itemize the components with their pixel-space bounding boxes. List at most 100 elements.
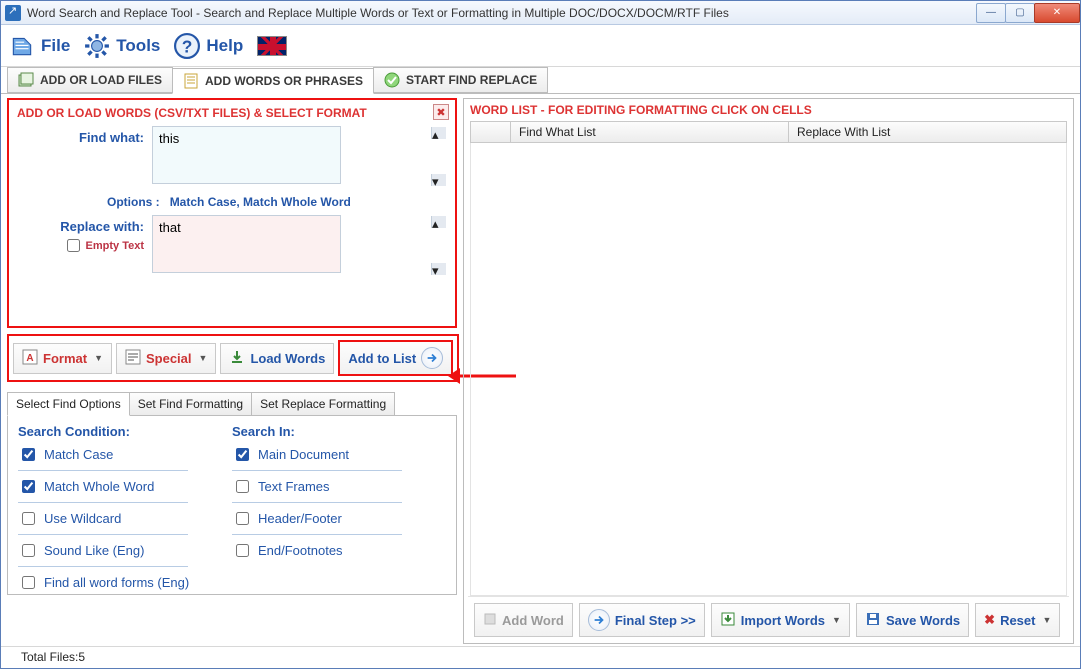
scroll-stub: ▴: [431, 127, 446, 139]
match-case-label: Match Case: [44, 447, 113, 462]
reset-icon: ✖: [984, 612, 995, 628]
add-to-list-label: Add to List: [348, 351, 416, 366]
special-label: Special: [146, 351, 192, 366]
special-button[interactable]: Special▼: [116, 343, 216, 374]
empty-text-checkbox[interactable]: [67, 239, 80, 252]
menu-file[interactable]: File: [9, 33, 70, 59]
format-button[interactable]: A Format▼: [13, 343, 112, 374]
wildcard-checkbox[interactable]: [22, 512, 35, 525]
word-list-grid[interactable]: [470, 143, 1067, 596]
find-what-input[interactable]: [152, 126, 341, 184]
header-footer-label: Header/Footer: [258, 511, 342, 526]
match-whole-label: Match Whole Word: [44, 479, 154, 494]
add-words-panel-title: ADD OR LOAD WORDS (CSV/TXT FILES) & SELE…: [17, 106, 447, 120]
find-what-label: Find what:: [17, 126, 152, 187]
menu-file-label: File: [41, 36, 70, 56]
words-toolbar: A Format▼ Special▼ Load Words Add to Lis…: [7, 334, 459, 382]
final-step-label: Final Step >>: [615, 613, 696, 628]
tab-add-files[interactable]: ADD OR LOAD FILES: [7, 67, 173, 93]
word-list-title: WORD LIST - FOR EDITING FORMATTING CLICK…: [464, 99, 1073, 121]
tab-add-words[interactable]: ADD WORDS OR PHRASES: [172, 68, 374, 94]
close-button[interactable]: ✕: [1034, 3, 1080, 23]
maximize-button[interactable]: ▢: [1005, 3, 1035, 23]
search-in-heading: Search In:: [232, 424, 446, 439]
content-area: ADD OR LOAD WORDS (CSV/TXT FILES) & SELE…: [1, 94, 1080, 646]
right-bottom-toolbar: Add Word Final Step >> Import Words▼ Sav…: [468, 596, 1069, 643]
file-icon: [9, 33, 35, 59]
import-icon: [720, 611, 736, 630]
replace-with-input[interactable]: [152, 215, 341, 273]
options-value: Match Case, Match Whole Word: [170, 195, 351, 209]
options-tabstrip: Select Find Options Set Find Formatting …: [7, 392, 457, 416]
load-words-label: Load Words: [250, 351, 325, 366]
scroll-stub: ▾: [431, 174, 446, 186]
app-icon: [5, 5, 21, 21]
wildcard-label: Use Wildcard: [44, 511, 121, 526]
menu-tools[interactable]: Tools: [84, 33, 160, 59]
search-condition-heading: Search Condition:: [18, 424, 232, 439]
arrow-right-icon: [588, 609, 610, 631]
menu-help-label: Help: [206, 36, 243, 56]
load-words-button[interactable]: Load Words: [220, 343, 334, 374]
find-options-panel: Search Condition: Match Case Match Whole…: [7, 415, 457, 595]
format-label: Format: [43, 351, 87, 366]
svg-text:A: A: [26, 353, 33, 364]
main-tabstrip: ADD OR LOAD FILES ADD WORDS OR PHRASES S…: [1, 67, 1080, 94]
match-case-checkbox[interactable]: [22, 448, 35, 461]
reset-label: Reset: [1000, 613, 1035, 628]
save-words-label: Save Words: [886, 613, 960, 628]
menu-help[interactable]: ? Help: [174, 33, 243, 59]
col-replace-with[interactable]: Replace With List: [789, 122, 1066, 142]
word-forms-label: Find all word forms (Eng): [44, 575, 189, 590]
minimize-button[interactable]: —: [976, 3, 1006, 23]
download-icon: [229, 349, 245, 368]
subtab-set-find-fmt[interactable]: Set Find Formatting: [129, 392, 252, 416]
svg-text:?: ?: [182, 36, 193, 56]
sound-like-label: Sound Like (Eng): [44, 543, 144, 558]
col-blank: [471, 122, 511, 142]
panel-close-button[interactable]: ✖: [433, 104, 449, 120]
titlebar: Word Search and Replace Tool - Search an…: [1, 1, 1080, 25]
word-list-header: Find What List Replace With List: [470, 121, 1067, 143]
col-find-what[interactable]: Find What List: [511, 122, 789, 142]
special-icon: [125, 349, 141, 368]
scroll-stub: ▴: [431, 216, 446, 228]
left-column: ADD OR LOAD WORDS (CSV/TXT FILES) & SELE…: [7, 98, 457, 644]
help-icon: ?: [174, 33, 200, 59]
add-icon: [483, 612, 497, 629]
scroll-stub: ▾: [431, 263, 446, 275]
main-document-label: Main Document: [258, 447, 349, 462]
menubar: File Tools ? Help: [1, 25, 1080, 67]
tab-add-words-label: ADD WORDS OR PHRASES: [205, 74, 363, 88]
text-frames-checkbox[interactable]: [236, 480, 249, 493]
reset-button[interactable]: ✖ Reset▼: [975, 603, 1060, 637]
add-to-list-button[interactable]: Add to List: [338, 340, 453, 376]
final-step-button[interactable]: Final Step >>: [579, 603, 705, 637]
subtab-set-replace-fmt[interactable]: Set Replace Formatting: [251, 392, 395, 416]
word-list-panel: WORD LIST - FOR EDITING FORMATTING CLICK…: [463, 98, 1074, 644]
subtab-select-find[interactable]: Select Find Options: [7, 392, 130, 416]
menu-tools-label: Tools: [116, 36, 160, 56]
main-document-checkbox[interactable]: [236, 448, 249, 461]
arrow-right-icon: [421, 347, 443, 369]
check-icon: [384, 72, 400, 88]
language-flag-uk[interactable]: [257, 36, 287, 56]
match-whole-checkbox[interactable]: [22, 480, 35, 493]
tab-start[interactable]: START FIND REPLACE: [373, 67, 548, 93]
add-word-label: Add Word: [502, 613, 564, 628]
options-label: Options :: [107, 195, 160, 209]
add-word-button[interactable]: Add Word: [474, 603, 573, 637]
import-words-button[interactable]: Import Words▼: [711, 603, 850, 637]
header-footer-checkbox[interactable]: [236, 512, 249, 525]
save-icon: [865, 611, 881, 630]
tab-add-files-label: ADD OR LOAD FILES: [40, 73, 162, 87]
sound-like-checkbox[interactable]: [22, 544, 35, 557]
save-words-button[interactable]: Save Words: [856, 603, 969, 637]
window-title: Word Search and Replace Tool - Search an…: [27, 6, 977, 20]
statusbar: Total Files:5: [1, 646, 1080, 668]
gear-icon: [84, 33, 110, 59]
empty-text-label: Empty Text: [86, 240, 144, 252]
word-forms-checkbox[interactable]: [22, 576, 35, 589]
end-footnotes-checkbox[interactable]: [236, 544, 249, 557]
tab-start-label: START FIND REPLACE: [406, 73, 537, 87]
